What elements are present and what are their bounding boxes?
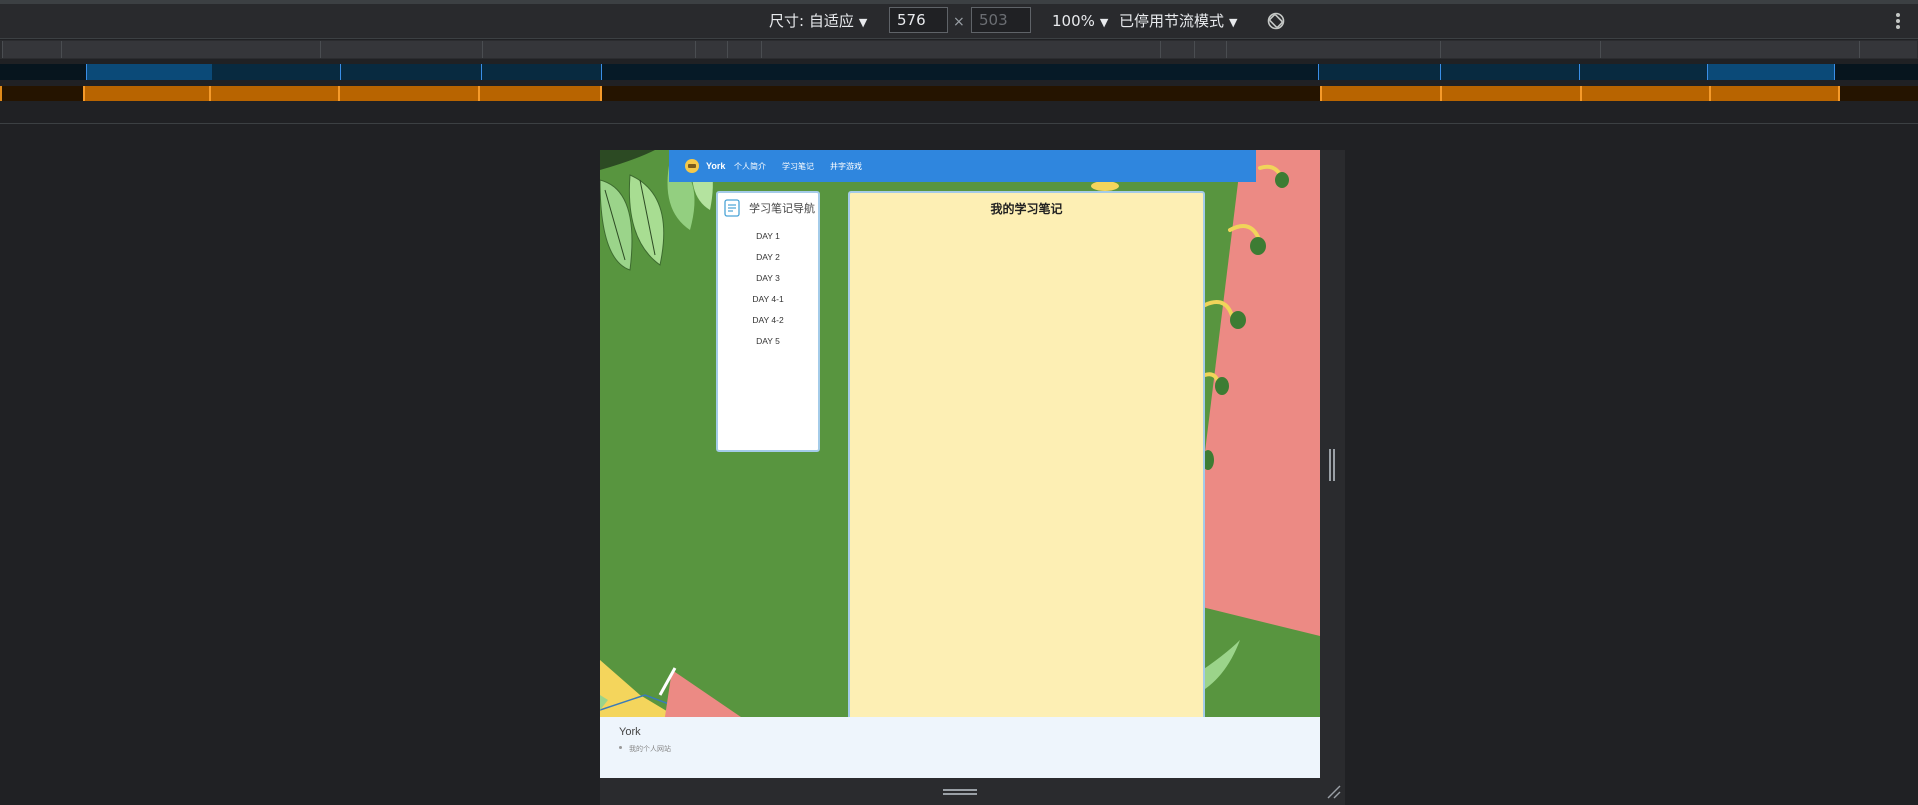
nav-link-notes[interactable]: 学习笔记: [782, 161, 814, 172]
rotate-icon[interactable]: [1266, 11, 1286, 31]
day-link-1[interactable]: DAY 1: [718, 226, 818, 247]
zoom-label: 100%: [1052, 12, 1095, 30]
width-input[interactable]: 576: [889, 7, 948, 33]
notes-title: 我的学习笔记: [990, 202, 1063, 216]
site-brand[interactable]: York: [706, 161, 725, 171]
notes-content-panel: 我的学习笔记: [848, 191, 1205, 724]
notes-day-list: DAY 1 DAY 2 DAY 3 DAY 4-1 DAY 4-2 DAY 5: [718, 226, 818, 352]
max-width-media-queries-bar[interactable]: [0, 64, 1918, 80]
resize-corner-icon[interactable]: [1326, 784, 1341, 799]
throttling-label: 已停用节流模式: [1119, 12, 1225, 30]
dimensions-dropdown[interactable]: 尺寸: 自适应 ▼: [769, 4, 867, 38]
caret-down-icon: ▼: [1099, 16, 1109, 29]
resize-height-handle[interactable]: [943, 789, 977, 797]
emulated-viewport: York 个人简介 学习笔记 井字游戏 学习笔记导航 DAY 1 DAY 2 D…: [600, 150, 1320, 778]
day-link-4-1[interactable]: DAY 4-1: [718, 289, 818, 310]
top-nav: York 个人简介 学习笔记 井字游戏: [669, 150, 1256, 182]
zoom-dropdown[interactable]: 100% ▼: [1052, 4, 1108, 38]
device-toolbar: 尺寸: 自适应 ▼ 576 × 503 100% ▼ 已停用节流模式 ▼: [0, 4, 1918, 39]
notebook-icon: [724, 199, 740, 217]
day-link-3[interactable]: DAY 3: [718, 268, 818, 289]
site-logo-icon[interactable]: [685, 159, 699, 173]
caret-down-icon: ▼: [1229, 16, 1238, 29]
caret-down-icon: ▼: [858, 16, 868, 29]
media-query-presets-bar[interactable]: [0, 40, 1918, 59]
footer-title: York: [619, 726, 641, 738]
times-sign: ×: [953, 14, 965, 30]
height-input[interactable]: 503: [971, 7, 1031, 33]
footer-subtitle: 我的个人网站: [629, 746, 671, 753]
notes-navigation-title: 学习笔记导航: [749, 203, 815, 215]
nav-link-tictactoe[interactable]: 井字游戏: [830, 161, 862, 172]
throttling-dropdown[interactable]: 已停用节流模式 ▼: [1119, 4, 1237, 38]
dimensions-label: 尺寸: 自适应: [769, 12, 854, 30]
resize-width-handle[interactable]: [1329, 449, 1336, 481]
day-link-5[interactable]: DAY 5: [718, 331, 818, 352]
day-link-4-2[interactable]: DAY 4-2: [718, 310, 818, 331]
day-link-2[interactable]: DAY 2: [718, 247, 818, 268]
media-query-bars: [0, 39, 1918, 124]
bullet-icon: [619, 746, 622, 749]
site-footer: York 我的个人网站: [600, 717, 1320, 778]
min-width-media-queries-bar[interactable]: [0, 86, 1918, 101]
more-vert-icon[interactable]: [1893, 12, 1903, 32]
nav-link-profile[interactable]: 个人简介: [734, 161, 766, 172]
notes-navigation-panel: 学习笔记导航 DAY 1 DAY 2 DAY 3 DAY 4-1 DAY 4-2…: [716, 191, 820, 452]
